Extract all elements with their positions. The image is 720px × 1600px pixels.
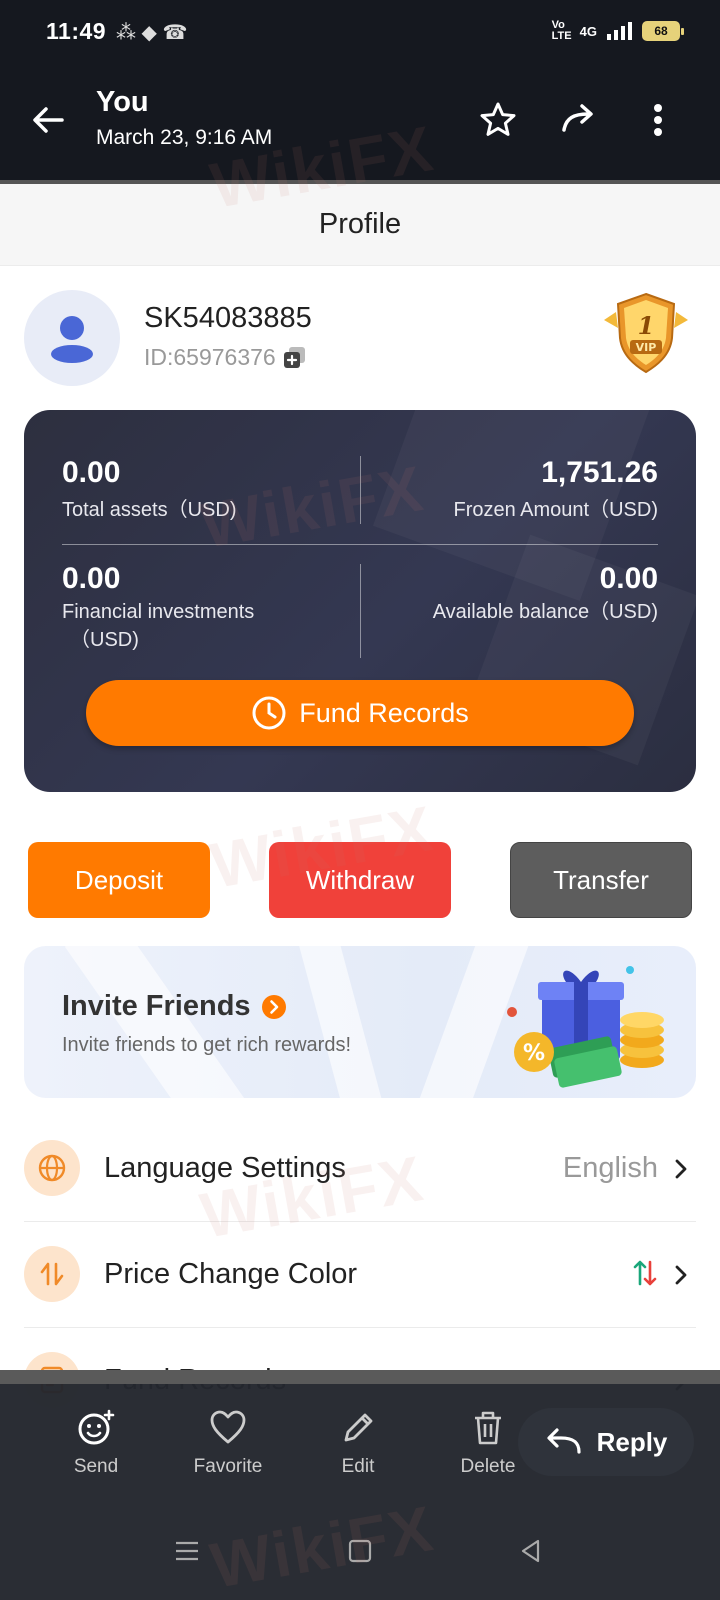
battery-level: 68 [654,24,668,38]
forward-icon[interactable] [558,100,598,140]
menu-item-price-change-color[interactable]: Price Change Color [24,1222,696,1328]
trash-icon [475,1411,501,1445]
copy-icon[interactable] [282,345,308,371]
battery-icon: 68 [642,21,684,41]
send-button[interactable]: Send [46,1408,146,1478]
divider [360,456,361,524]
chevron-right-icon [675,1265,687,1285]
back-nav-icon[interactable] [516,1536,546,1566]
chevron-right-icon [675,1159,687,1179]
status-time: 11:49 [46,18,107,44]
financial-investments: 0.00 Financial investments （USD) [62,562,254,654]
pencil-icon [344,1413,373,1442]
status-right: Vo LTE 4G 68 [551,19,684,42]
invite-title: Invite Friends [62,990,251,1022]
banner-ray [291,946,397,1098]
transfer-button[interactable]: Transfer [510,842,692,918]
more-options-icon[interactable] [638,100,678,140]
frozen-amount-label: Frozen Amount（USD) [453,499,658,521]
username: SK54083885 [144,302,312,334]
page-title: Profile [318,208,402,240]
frozen-amount: 1,751.26 Frozen Amount（USD) [453,456,658,524]
user-id: ID:65976376 [144,344,276,370]
account-summary-card: 0.00 Total assets（USD) 1,751.26 Frozen A… [24,410,696,792]
financial-investments-label-line1: Financial investments [62,601,255,623]
vip-text: VIP [636,341,657,354]
fund-records-button-label: Fund Records [299,697,469,728]
signal-icon [607,22,632,40]
network-type: 4G [579,23,597,39]
vip-badge-icon[interactable]: 1 VIP [596,290,696,376]
heart-icon [210,1410,246,1444]
divider [62,544,658,545]
viewer-bottom-bar: Send Favorite Edit Delete Reply [0,1370,720,1600]
sender-name: You [96,86,149,118]
back-arrow-icon[interactable] [28,100,68,140]
star-icon[interactable] [478,100,518,140]
system-navigation-bar [0,1524,720,1584]
send-label: Send [73,1456,119,1477]
financial-investments-label: Financial investments （USD) [62,598,254,654]
withdraw-button[interactable]: Withdraw [269,842,451,918]
total-assets: 0.00 Total assets（USD) [62,456,237,524]
edit-button[interactable]: Edit [308,1408,408,1478]
profile-section: SK54083885 ID:65976376 1 VIP [24,290,696,386]
favorite-label: Favorite [193,1456,263,1477]
invite-friends-banner[interactable]: Invite Friends Invite friends to get ric… [24,946,696,1098]
edit-label: Edit [341,1456,375,1477]
available-balance-value: 0.00 [599,562,658,595]
chevron-right-circle-icon [261,994,286,1019]
avatar[interactable] [24,290,120,386]
language-value: English [562,1152,658,1184]
menu-item-label: Language Settings [104,1152,346,1184]
reply-label: Reply [596,1426,668,1457]
menu-nav-icon[interactable] [172,1536,202,1566]
home-nav-icon[interactable] [345,1536,375,1566]
total-assets-value: 0.00 [62,456,121,489]
divider [360,564,361,658]
status-bar: 11:49 ⁂ ◆ ☎ Vo LTE 4G 68 [0,0,720,62]
user-icon [51,316,93,363]
user-id-row: ID:65976376 [144,344,308,371]
available-balance: 0.00 Available balance（USD) [433,562,658,626]
financial-investments-value: 0.00 [62,562,121,595]
notification-icons: ⁂ ◆ ☎ [116,22,188,44]
financial-investments-label-line2: （USD) [70,629,139,651]
reply-arrow-icon [546,1428,581,1454]
action-buttons: Deposit Withdraw Transfer [0,842,720,918]
page-header: Profile [0,180,720,266]
emoji-add-icon [78,1409,115,1445]
vip-level: 1 [638,311,655,340]
globe-icon [24,1140,80,1196]
frozen-amount-value: 1,751.26 [541,456,658,489]
favorite-button[interactable]: Favorite [178,1408,278,1478]
menu-item-language[interactable]: Language Settings English [24,1116,696,1222]
invite-title-row: Invite Friends [62,990,287,1023]
fund-records-button[interactable]: Fund Records [86,680,634,746]
available-balance-label: Available balance（USD) [432,601,658,623]
viewer-top-bar: 11:49 ⁂ ◆ ☎ Vo LTE 4G 68 You March 23, 9… [0,0,720,180]
clock-icon [252,696,286,730]
percent-symbol: % [523,1041,545,1066]
swap-arrows-icon [24,1246,80,1302]
volte-indicator: Vo LTE [551,19,572,42]
total-assets-label: Total assets（USD) [62,499,237,521]
viewer-actions [478,100,678,140]
sent-date: March 23, 9:16 AM [96,126,273,149]
up-down-color-icon [633,1260,657,1286]
invite-subtitle: Invite friends to get rich rewards! [62,1034,352,1056]
gift-box-icon: % [507,966,664,1088]
reply-button[interactable]: Reply [518,1408,694,1476]
deposit-button[interactable]: Deposit [28,842,210,918]
menu-item-label: Price Change Color [104,1258,358,1290]
